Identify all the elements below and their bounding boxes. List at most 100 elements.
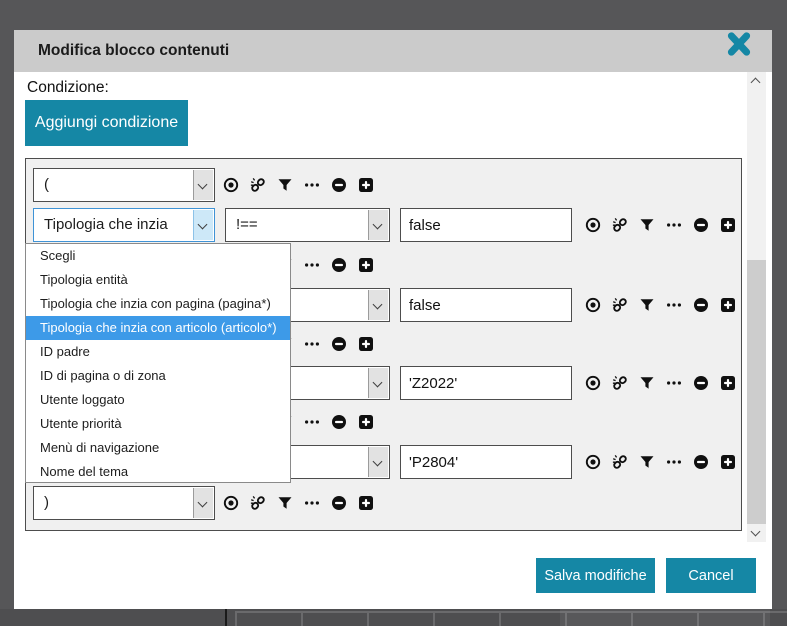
value-input[interactable] <box>400 208 572 242</box>
scroll-up-button[interactable] <box>747 72 766 90</box>
ellipsis-icon[interactable] <box>304 414 320 430</box>
close-icon <box>725 45 753 60</box>
field-dropdown-option[interactable]: Scegli <box>26 244 290 268</box>
filter-icon[interactable] <box>639 217 655 233</box>
field-dropdown: ScegliTipologia entitàTipologia che inzi… <box>25 243 291 483</box>
add-condition-icon[interactable] <box>720 217 736 233</box>
field-select[interactable]: Tipologia che inzia <box>33 208 215 242</box>
target-icon[interactable] <box>585 454 601 470</box>
close-button[interactable] <box>724 31 754 59</box>
chevron-up-icon <box>751 78 761 88</box>
chevron-down-icon <box>193 170 213 200</box>
field-dropdown-option[interactable]: Utente loggato <box>26 388 290 412</box>
unlink-icon[interactable] <box>250 177 266 193</box>
background-table-divider <box>225 609 227 626</box>
chevron-down-icon <box>368 368 388 398</box>
remove-condition-icon[interactable] <box>331 414 347 430</box>
chevron-down-icon <box>193 210 213 240</box>
chevron-down-icon <box>368 290 388 320</box>
value-input[interactable] <box>400 366 572 400</box>
operator-select-value: !== <box>236 209 258 240</box>
bracket-row: ( <box>26 168 741 202</box>
condition-row: Tipologia che inzia !== <box>26 208 741 242</box>
field-dropdown-option[interactable]: Menù di navigazione <box>26 436 290 460</box>
add-condition-icon[interactable] <box>720 375 736 391</box>
scrollbar[interactable] <box>747 72 766 542</box>
bracket-row: ) <box>26 486 741 520</box>
ellipsis-icon[interactable] <box>304 177 320 193</box>
chevron-down-icon <box>368 447 388 477</box>
ellipsis-icon[interactable] <box>304 336 320 352</box>
add-condition-icon[interactable] <box>358 414 374 430</box>
target-icon[interactable] <box>223 177 239 193</box>
remove-condition-icon[interactable] <box>331 336 347 352</box>
add-condition-icon[interactable] <box>720 454 736 470</box>
field-dropdown-option[interactable]: Tipologia che inzia con articolo (artico… <box>26 316 290 340</box>
filter-icon[interactable] <box>639 375 655 391</box>
field-dropdown-option[interactable]: Tipologia entità <box>26 268 290 292</box>
bracket-select[interactable]: ) <box>33 486 215 520</box>
field-dropdown-option[interactable]: Utente priorità <box>26 412 290 436</box>
bracket-select-value: ( <box>44 169 49 200</box>
ellipsis-icon[interactable] <box>666 297 682 313</box>
chevron-down-icon <box>368 210 388 240</box>
target-icon[interactable] <box>223 495 239 511</box>
remove-condition-icon[interactable] <box>331 257 347 273</box>
modal-title: Modifica blocco contenuti <box>38 30 229 72</box>
remove-condition-icon[interactable] <box>331 495 347 511</box>
background-table-highlight <box>560 609 770 626</box>
add-condition-icon[interactable] <box>720 297 736 313</box>
add-condition-icon[interactable] <box>358 495 374 511</box>
operator-select[interactable]: !== <box>225 208 390 242</box>
chevron-down-icon <box>751 527 761 537</box>
row-actions <box>585 217 736 233</box>
row-actions <box>223 495 374 511</box>
scroll-thumb[interactable] <box>747 260 766 524</box>
condition-label: Condizione: <box>27 79 109 97</box>
remove-condition-icon[interactable] <box>693 454 709 470</box>
unlink-icon[interactable] <box>612 217 628 233</box>
ellipsis-icon[interactable] <box>666 375 682 391</box>
row-actions <box>585 297 736 313</box>
add-condition-icon[interactable] <box>358 336 374 352</box>
add-condition-button[interactable]: Aggiungi condizione <box>25 100 188 146</box>
filter-icon[interactable] <box>639 297 655 313</box>
row-actions <box>223 177 374 193</box>
remove-condition-icon[interactable] <box>693 375 709 391</box>
field-dropdown-option[interactable]: ID padre <box>26 340 290 364</box>
field-dropdown-option[interactable]: Nome del tema <box>26 460 290 483</box>
save-button[interactable]: Salva modifiche <box>536 558 655 593</box>
ellipsis-icon[interactable] <box>304 495 320 511</box>
ellipsis-icon[interactable] <box>666 217 682 233</box>
remove-condition-icon[interactable] <box>331 177 347 193</box>
remove-condition-icon[interactable] <box>693 297 709 313</box>
scroll-down-button[interactable] <box>747 524 766 542</box>
unlink-icon[interactable] <box>250 495 266 511</box>
target-icon[interactable] <box>585 375 601 391</box>
bracket-select[interactable]: ( <box>33 168 215 202</box>
field-dropdown-option[interactable]: ID di pagina o di zona <box>26 364 290 388</box>
target-icon[interactable] <box>585 297 601 313</box>
value-input[interactable] <box>400 445 572 479</box>
screen: Modifica blocco contenuti Condizione: Ag… <box>0 0 787 626</box>
filter-icon[interactable] <box>277 495 293 511</box>
add-condition-icon[interactable] <box>358 177 374 193</box>
row-actions <box>585 375 736 391</box>
field-dropdown-option[interactable]: Tipologia che inzia con pagina (pagina*) <box>26 292 290 316</box>
ellipsis-icon[interactable] <box>304 257 320 273</box>
chevron-down-icon <box>193 488 213 518</box>
unlink-icon[interactable] <box>612 375 628 391</box>
cancel-button[interactable]: Cancel <box>666 558 756 593</box>
row-actions <box>585 454 736 470</box>
filter-icon[interactable] <box>639 454 655 470</box>
unlink-icon[interactable] <box>612 454 628 470</box>
value-input[interactable] <box>400 288 572 322</box>
unlink-icon[interactable] <box>612 297 628 313</box>
add-condition-icon[interactable] <box>358 257 374 273</box>
bracket-select-value: ) <box>44 487 49 518</box>
field-select-value: Tipologia che inzia <box>44 209 168 240</box>
remove-condition-icon[interactable] <box>693 217 709 233</box>
ellipsis-icon[interactable] <box>666 454 682 470</box>
filter-icon[interactable] <box>277 177 293 193</box>
target-icon[interactable] <box>585 217 601 233</box>
